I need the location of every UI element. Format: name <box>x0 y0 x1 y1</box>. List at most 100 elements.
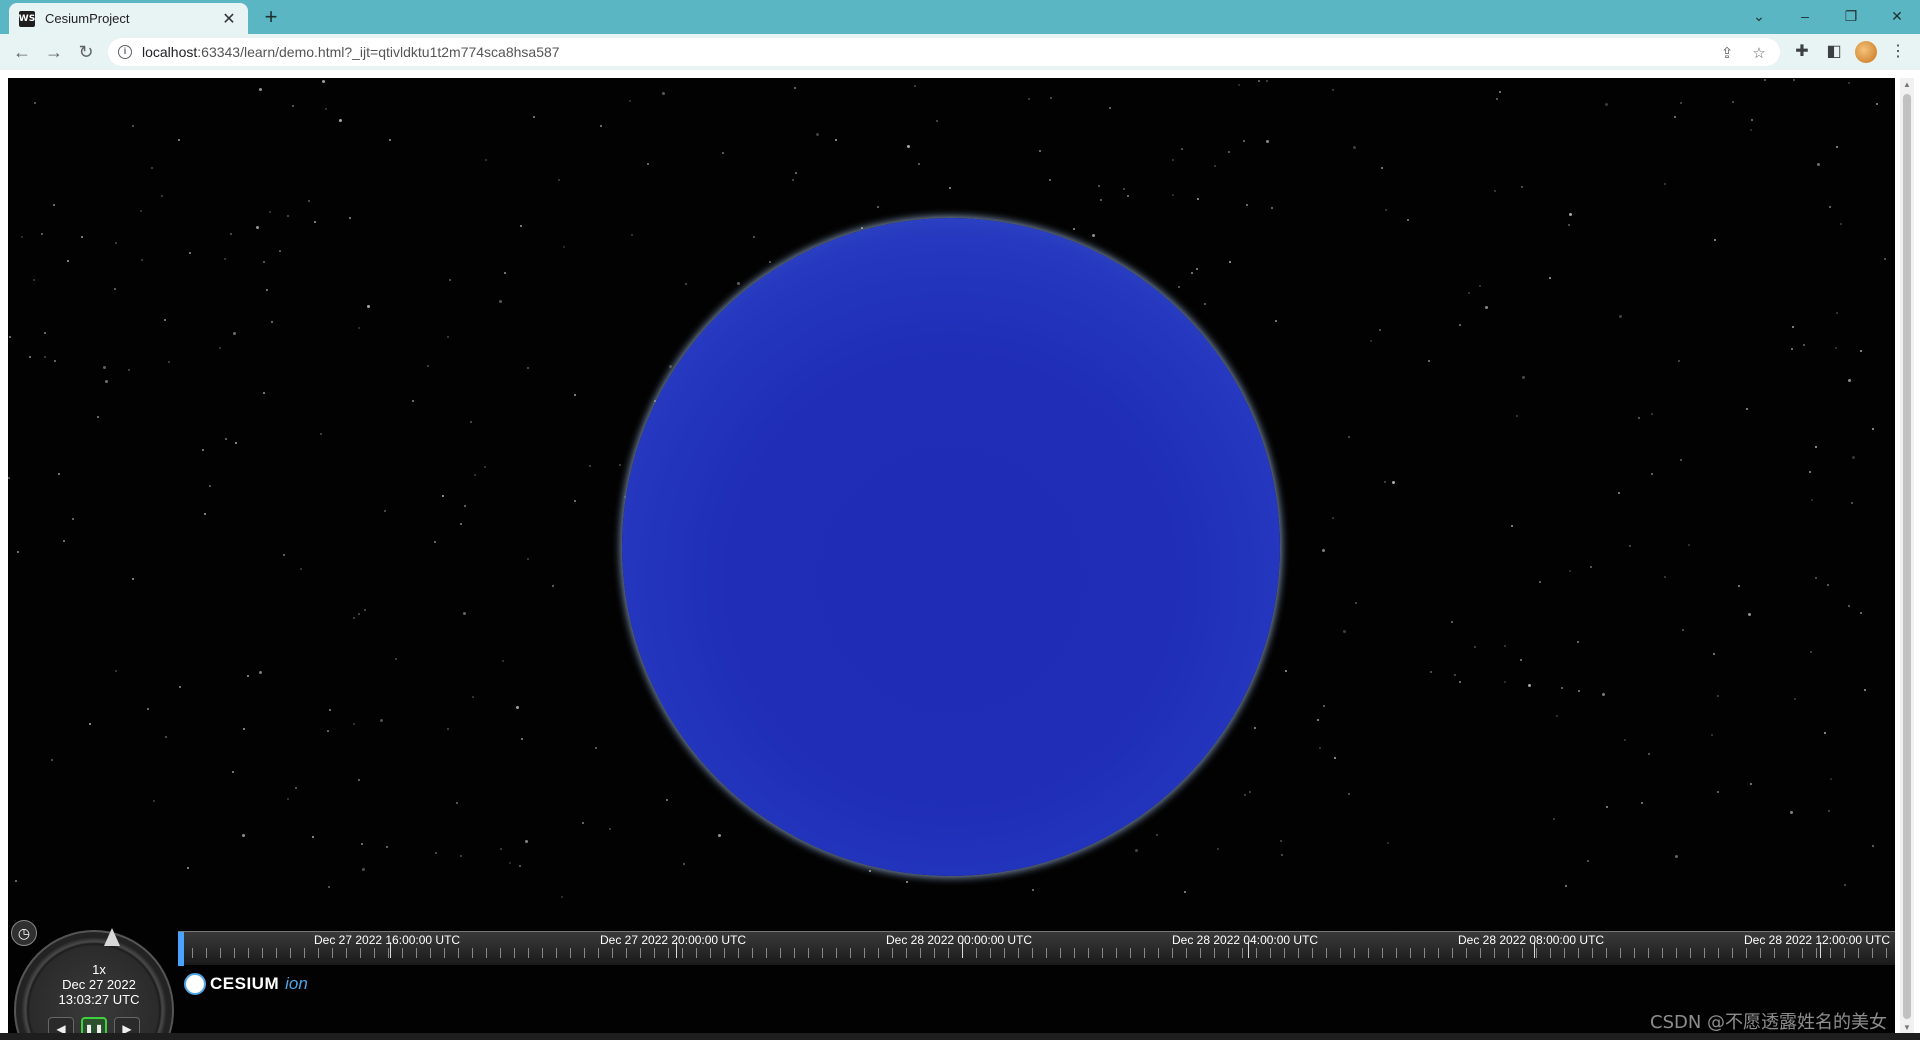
new-tab-button[interactable]: + <box>258 5 284 31</box>
tab-close-icon[interactable]: ✕ <box>220 9 238 29</box>
star <box>1561 687 1563 689</box>
star <box>1793 79 1795 81</box>
star <box>718 834 721 837</box>
star <box>1504 681 1506 683</box>
star <box>1319 747 1321 749</box>
tab-strip: WS CesiumProject ✕ + ⌄ – ❐ ✕ <box>0 0 1920 34</box>
close-window-button[interactable]: ✕ <box>1874 4 1920 28</box>
star <box>1836 146 1838 148</box>
star <box>44 332 46 334</box>
star <box>1828 810 1830 812</box>
avatar[interactable] <box>1855 41 1877 63</box>
star <box>367 305 370 308</box>
clock-icon[interactable]: ◷ <box>11 920 37 946</box>
star-icon[interactable]: ☆ <box>1750 44 1768 62</box>
star <box>1714 239 1716 241</box>
star <box>1244 794 1246 796</box>
star <box>1817 163 1820 166</box>
webstorm-favicon-icon: WS <box>19 10 35 27</box>
star <box>1516 415 1518 417</box>
star <box>1809 471 1811 473</box>
restore-button[interactable]: ❐ <box>1828 4 1874 28</box>
star <box>1860 612 1862 614</box>
vertical-scrollbar[interactable]: ▲ ▼ <box>1900 78 1914 1035</box>
star <box>412 400 414 402</box>
star <box>242 834 245 837</box>
star <box>287 798 289 800</box>
timeline-label: Dec 28 2022 08:00:00 UTC <box>1458 933 1605 947</box>
star <box>1651 473 1653 475</box>
star <box>115 670 117 672</box>
site-info-icon[interactable]: i <box>118 45 132 59</box>
cesium-ion-logo[interactable]: CESIUM ion <box>184 972 308 996</box>
back-icon[interactable]: ← <box>10 40 34 64</box>
scroll-thumb[interactable] <box>1903 94 1911 1019</box>
side-panel-icon[interactable]: ◧ <box>1822 40 1846 64</box>
star <box>1678 360 1680 362</box>
star <box>1629 545 1631 547</box>
star <box>1528 684 1531 687</box>
star <box>1688 544 1690 546</box>
star <box>1451 621 1453 623</box>
globe[interactable] <box>622 218 1280 876</box>
star <box>1285 670 1287 672</box>
star <box>1249 791 1251 793</box>
reload-icon[interactable]: ↻ <box>74 40 98 64</box>
cesium-scene[interactable]: ◷ 1x Dec 27 2022 13:03:27 UTC ◀ ❚❚ ▶ CES… <box>8 78 1895 1035</box>
speed-pointer-icon[interactable] <box>104 928 120 946</box>
kebab-menu-icon[interactable]: ⋮ <box>1886 40 1910 64</box>
star <box>1197 198 1199 200</box>
star <box>89 723 91 725</box>
star <box>460 523 462 525</box>
star <box>1553 818 1555 820</box>
star <box>1827 584 1829 586</box>
star <box>1717 695 1719 697</box>
star <box>58 473 60 475</box>
star <box>442 495 444 497</box>
star <box>1275 320 1277 322</box>
star <box>1050 97 1052 99</box>
star <box>427 365 429 367</box>
star <box>1835 347 1837 349</box>
star <box>1098 185 1100 187</box>
star <box>1281 854 1283 856</box>
browser-tab[interactable]: WS CesiumProject ✕ <box>9 3 248 34</box>
minimize-button[interactable]: – <box>1782 4 1828 28</box>
star <box>165 736 167 738</box>
star <box>33 279 35 281</box>
address-bar[interactable]: i localhost:63343/learn/demo.html?_ijt=q… <box>108 38 1780 66</box>
tab-search-chevron-icon[interactable]: ⌄ <box>1736 4 1782 28</box>
star <box>1851 502 1853 504</box>
star <box>629 100 631 102</box>
timeline-needle[interactable] <box>178 932 184 966</box>
browser-toolbar: ← → ↻ i localhost:63343/learn/demo.html?… <box>0 34 1920 70</box>
star <box>140 210 142 212</box>
star <box>472 696 474 698</box>
animation-widget: ◷ 1x Dec 27 2022 13:03:27 UTC ◀ ❚❚ ▶ <box>8 920 178 1035</box>
star <box>1811 499 1813 501</box>
scroll-up-icon[interactable]: ▲ <box>1900 78 1914 92</box>
star <box>1032 889 1034 891</box>
star <box>447 336 449 338</box>
star <box>1848 605 1850 607</box>
star <box>259 88 262 91</box>
forward-icon[interactable]: → <box>42 40 66 64</box>
star <box>9 336 11 338</box>
star <box>1618 492 1620 494</box>
star <box>179 686 181 688</box>
star <box>1794 698 1796 700</box>
star <box>97 416 99 418</box>
puzzle-icon[interactable]: ✚ <box>1790 40 1814 64</box>
timeline[interactable]: Dec 27 2022 16:00:00 UTC Dec 27 2022 20:… <box>178 931 1895 966</box>
star <box>647 163 649 165</box>
share-icon[interactable]: ⇪ <box>1718 44 1736 62</box>
star <box>595 747 597 749</box>
star <box>906 881 908 883</box>
star <box>232 771 234 773</box>
star <box>949 187 951 189</box>
star <box>631 234 633 236</box>
star <box>484 466 486 468</box>
url-text[interactable]: localhost:63343/learn/demo.html?_ijt=qti… <box>142 44 560 60</box>
star <box>233 332 236 335</box>
star <box>349 217 351 219</box>
